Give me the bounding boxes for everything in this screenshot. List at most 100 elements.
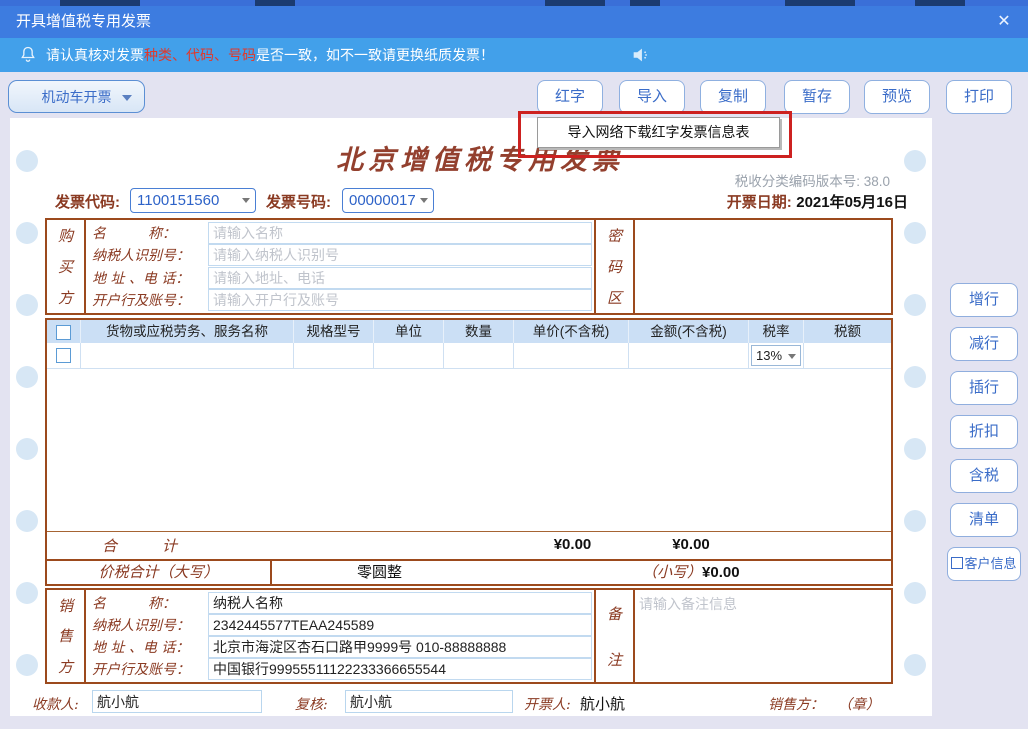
seller-taxid-label: 纳税人识别号： [92,615,208,635]
binder-dot [16,294,38,316]
grand-total-label: 价税合计（大写） [47,561,272,584]
item-unit-cell[interactable] [374,343,444,368]
col-tax-amount: 税额 [804,320,891,343]
buyer-address-row: 地 址 、电 话： [92,267,592,289]
chevron-down-icon [242,198,250,207]
items-table-header: 货物或应税劳务、服务名称 规格型号 单位 数量 单价(不含税) 金额(不含税) … [47,320,891,343]
invoice-number-label: 发票号码: [266,191,331,212]
binder-dot [16,654,38,676]
seller-bank-input[interactable] [208,658,592,680]
preview-button[interactable]: 预览 [864,80,930,114]
reviewer-input[interactable] [345,690,513,713]
password-zone-label: 密 码 区 [594,220,635,313]
seller-section: 销 售 方 名 称： 纳税人识别号： 地 址 、电 话： 开户行及账号： [45,588,893,684]
invoice-app-window: 开具增值税专用发票 ✕ 请认真核对发票种类、代码、号码是否一致，如不一致请更换纸… [0,0,1028,729]
item-price-cell[interactable] [514,343,629,368]
speaker-icon[interactable] [630,44,652,66]
item-spec-cell[interactable] [294,343,374,368]
invoice-number-select[interactable]: 00000017 [342,188,434,213]
row-checkbox[interactable] [56,348,71,363]
grand-total-row: 价税合计（大写） 零圆整 （小写）¥0.00 [45,559,893,586]
remove-row-button[interactable]: 减行 [950,327,1018,361]
add-row-button[interactable]: 增行 [950,283,1018,317]
invoice-number-value: 00000017 [349,192,416,209]
select-all-checkbox[interactable] [56,325,71,340]
buyer-address-input[interactable] [208,267,592,289]
seller-side-label: 销 售 方 [47,590,86,682]
item-amount-cell[interactable] [629,343,749,368]
small-write-label: （小写） [642,563,702,581]
red-letter-button[interactable]: 红字 [537,80,603,114]
col-unit-price: 单价(不含税) [514,320,629,343]
grand-total-small: （小写）¥0.00 [642,561,740,584]
buyer-side-label: 购 买 方 [47,220,86,313]
reviewer-label: 复核: [295,694,328,714]
seller-stamp-label: 销售方： [768,694,824,714]
chevron-down-icon [420,198,428,207]
list-button[interactable]: 清单 [950,503,1018,537]
title-bar: 开具增值税专用发票 ✕ [0,6,1028,38]
col-amount: 金额(不含税) [629,320,749,343]
customer-info-label: 客户信息 [964,556,1016,571]
items-empty-area [47,369,891,531]
col-spec: 规格型号 [294,320,374,343]
invoice-code-value: 1100151560 [137,192,219,209]
seller-taxid-input[interactable] [208,614,592,636]
binder-dot [904,510,926,532]
drawer-value: 航小航 [580,693,625,714]
col-quantity: 数量 [444,320,514,343]
remark-area [635,590,891,682]
grand-total-values: 零圆整 （小写）¥0.00 [272,561,891,584]
payee-input[interactable] [92,690,262,713]
invoice-code-row: 发票代码: 1100151560 发票号码: 00000017 开票日期: 20… [0,188,1028,214]
close-icon[interactable]: ✕ [992,11,1016,33]
binder-dot [904,222,926,244]
import-button[interactable]: 导入 [619,80,685,114]
item-tax-cell [804,343,891,368]
seller-address-input[interactable] [208,636,592,658]
buyer-section: 购 买 方 名 称： 纳税人识别号： 地 址 、电 话： 开户行及账号： [45,218,893,315]
item-name-cell[interactable] [81,343,294,368]
seller-taxid-row: 纳税人识别号： [92,614,592,636]
col-unit: 单位 [374,320,444,343]
remark-textarea[interactable] [637,592,889,680]
notice-message: 请认真核对发票种类、代码、号码是否一致，如不一致请更换纸质发票！ [46,38,494,72]
binder-dot [904,366,926,388]
buyer-bank-row: 开户行及账号： [92,289,592,311]
customer-info-button[interactable]: 客户信息 [947,547,1021,581]
binder-dot [904,294,926,316]
chevron-down-icon [122,95,132,106]
insert-row-button[interactable]: 插行 [950,371,1018,405]
drawer-label: 开票人: [524,694,571,714]
seller-name-input[interactable] [208,592,592,614]
buyer-taxid-input[interactable] [208,244,592,266]
invoice-type-dropdown[interactable]: 机动车开票 [8,80,145,113]
seller-stamp-value: （章） [838,694,880,714]
buyer-taxid-row: 纳税人识别号： [92,244,592,266]
import-popup-menu-item[interactable]: 导入网络下载红字发票信息表 [537,117,780,148]
binder-dot [904,582,926,604]
small-write-value: ¥0.00 [702,564,740,581]
discount-button[interactable]: 折扣 [950,415,1018,449]
tax-included-button[interactable]: 含税 [950,459,1018,493]
window-title: 开具增值税专用发票 [16,6,151,38]
total-label: 合 计 [102,535,177,556]
buyer-bank-input[interactable] [208,289,592,311]
print-button[interactable]: 打印 [946,80,1012,114]
item-qty-cell[interactable] [444,343,514,368]
buyer-name-row: 名 称： [92,222,592,244]
temp-save-button[interactable]: 暂存 [784,80,850,114]
signer-row: 收款人: 复核: 开票人: 航小航 销售方： （章） [0,690,932,716]
tax-rate-select[interactable]: 13% [751,345,801,366]
items-table: 货物或应税劳务、服务名称 规格型号 单位 数量 单价(不含税) 金额(不含税) … [45,318,893,561]
binder-dot [16,150,38,172]
invoice-date: 开票日期: 2021年05月16日 [640,191,908,212]
seller-bank-label: 开户行及账号： [92,659,208,679]
invoice-code-select[interactable]: 1100151560 [130,188,256,213]
items-total-row: 合 计 ¥0.00 ¥0.00 [47,531,891,559]
copy-button[interactable]: 复制 [700,80,766,114]
buyer-name-input[interactable] [208,222,592,244]
notice-bar: 请认真核对发票种类、代码、号码是否一致，如不一致请更换纸质发票！ [0,38,1028,72]
checkbox-icon [951,557,963,569]
buyer-fields: 名 称： 纳税人识别号： 地 址 、电 话： 开户行及账号： [86,220,594,313]
